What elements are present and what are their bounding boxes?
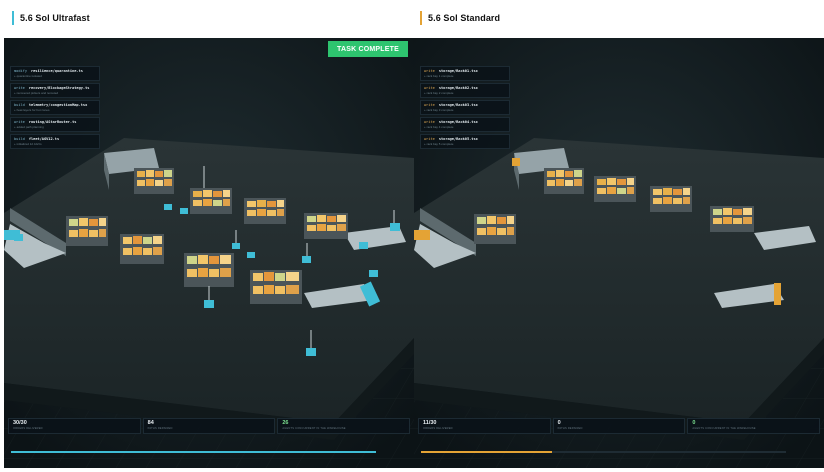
log-path: telemetry/congestionMap.tsx [28,103,88,107]
log-verb: build [14,103,25,107]
ultrafast-activity-log: modify resilience/quarantine.ts + quaranti… [10,66,100,151]
stat-value: 84 [147,420,154,426]
log-verb: write [424,86,435,90]
stat-label: PATHS REPAIRED [557,427,583,430]
log-verb: build [14,137,25,141]
ultrafast-title: 5.6 Sol Ultrafast [20,13,90,23]
stat-value: 11/30 [423,420,437,426]
log-item: modify resilience/quarantine.ts + quaranti… [10,66,100,81]
log-item: write storage/Rack02.tsx + rack bay 2 comp… [420,83,510,98]
ultrafast-accent-bar [12,11,14,25]
stat-agents: 0 AGENTS CONCURRENT IN THE WAREHOUSE [687,418,821,434]
task-complete-badge: TASK COMPLETE [328,41,408,57]
log-verb: write [424,137,435,141]
log-verb: modify [14,69,27,73]
stat-value: 0 [692,420,696,426]
ultrafast-header: 5.6 Sol Ultrafast [12,9,90,27]
log-item: write recovery/BlockageStrategy.ts + recov… [10,83,100,98]
log-meta: + initialized 12 AGVs [14,141,42,146]
stat-agents: 26 AGENTS CONCURRENT IN THE WAREHOUSE [277,418,411,434]
log-path: resilience/quarantine.ts [30,69,83,73]
stat-paths: 0 PATHS REPAIRED [552,418,686,434]
log-meta: + rack bay 3 complete [424,107,454,112]
ultrafast-progress-fill [11,451,376,453]
ultrafast-progress-bar [11,451,376,453]
log-item: write storage/Rack03.tsx + rack bay 3 comp… [420,100,510,115]
log-verb: write [14,120,25,124]
standard-panel: write storage/Rack01.tsx + rack bay 1 comp… [414,38,824,468]
log-path: storage/Rack03.tsx [438,103,478,107]
log-meta: + recovered pickers and rerouted [14,90,59,95]
log-item: build telemetry/congestionMap.tsx + heat l… [10,100,100,115]
standard-accent-bar [420,11,422,25]
stat-orders: 11/30 ORDERS DELIVERED [418,418,551,434]
standard-progress-bar [421,451,786,453]
log-item: write storage/Rack04.tsx + rack bay 4 comp… [420,117,510,132]
log-meta: + added path planning [14,124,44,129]
log-verb: write [424,103,435,107]
log-meta: + rack bay 4 complete [424,124,454,129]
log-item: write routing/AStarRouter.ts + added path … [10,117,100,132]
log-path: storage/Rack01.tsx [438,69,478,73]
log-meta: + rack bay 5 complete [424,141,454,146]
standard-stats: 11/30 ORDERS DELIVERED 0 PATHS REPAIRED 0A… [418,418,821,434]
stat-value: 26 [282,420,289,426]
log-meta: + rack bay 1 complete [424,73,454,78]
log-path: storage/Rack02.tsx [438,86,478,90]
log-meta: + heat layers for hot zones [14,107,50,112]
log-meta: + rack bay 2 complete [424,90,454,95]
stat-label: ORDERS DELIVERED [13,427,43,430]
stat-value: 0 [557,420,561,426]
standard-activity-log: write storage/Rack01.tsx + rack bay 1 comp… [420,66,510,151]
log-item: write storage/Rack05.tsx + rack bay 5 comp… [420,134,510,149]
stat-value: 30/30 [13,420,27,426]
log-path: storage/Rack05.tsx [438,137,478,141]
log-path: fleet/AGV12.ts [28,137,60,141]
log-meta: + quarantine isolated [14,73,42,78]
log-item: build fleet/AGV12.ts + initialized 12 AGVs [10,134,100,149]
log-path: recovery/BlockageStrategy.ts [28,86,90,90]
log-path: storage/Rack04.tsx [438,120,478,124]
stat-orders: 30/30 ORDERS DELIVERED [8,418,141,434]
ultrafast-panel: TASK COMPLETE modify resilience/quarantin… [4,38,414,468]
log-verb: write [14,86,25,90]
stat-label: PATHS REPAIRED [147,427,173,430]
log-verb: write [424,69,435,73]
log-path: routing/AStarRouter.ts [28,120,77,124]
stat-label: AGENTS CONCURRENT IN THE WAREHOUSE [282,427,346,430]
stat-label: ORDERS DELIVERED [423,427,453,430]
log-item: write storage/Rack01.tsx + rack bay 1 comp… [420,66,510,81]
standard-header: 5.6 Sol Standard [420,9,500,27]
standard-progress-fill [421,451,553,453]
ultrafast-stats: 30/30 ORDERS DELIVERED 84 PATHS REPAIRED 2… [8,418,411,434]
stat-label: AGENTS CONCURRENT IN THE WAREHOUSE [692,427,756,430]
stat-paths: 84 PATHS REPAIRED [142,418,276,434]
log-verb: write [424,120,435,124]
standard-title: 5.6 Sol Standard [428,13,501,23]
